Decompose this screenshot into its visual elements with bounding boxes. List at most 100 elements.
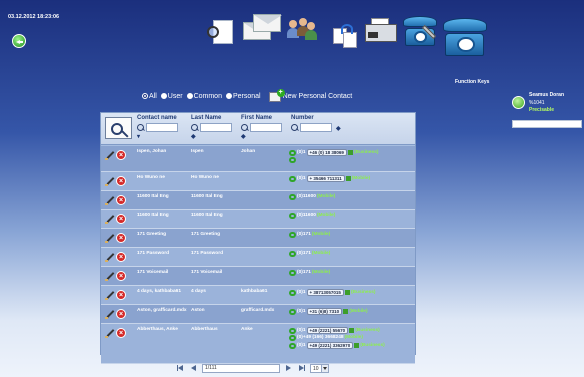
per-page-select[interactable]: 10 xyxy=(310,364,329,373)
number-line[interactable]: (0)171 (Mobile) xyxy=(289,251,415,257)
phone-icon[interactable] xyxy=(289,289,296,296)
search-icon xyxy=(291,123,299,132)
number-line[interactable]: (0)1 +49 (2221) 3362970 (Business) xyxy=(289,342,415,349)
edit-icon[interactable] xyxy=(105,233,115,243)
phone-icon[interactable] xyxy=(289,251,296,257)
col-first-name[interactable]: First Name ◆ xyxy=(241,115,282,140)
new-personal-contact-button[interactable]: + New Personal Contact xyxy=(265,89,352,103)
phone-icon[interactable] xyxy=(289,194,296,200)
user-status[interactable]: Precisable xyxy=(529,107,554,113)
number-line[interactable]: (0)1 +46 (0) 18 38069 (Business) xyxy=(289,149,415,156)
phone-icon[interactable] xyxy=(289,308,296,315)
table-row[interactable]: × 171 Voicemail 171 Voicemail (0)171 (Mobile… xyxy=(101,267,415,286)
sort-icon[interactable]: ◆ xyxy=(191,133,232,140)
filter-all[interactable]: All xyxy=(142,93,157,100)
edit-icon[interactable] xyxy=(105,252,115,262)
dial-number-chip[interactable]: + 35466 711311 xyxy=(306,175,345,182)
contacts-search-icon[interactable] xyxy=(205,18,233,44)
number-type: (Mobile) xyxy=(311,251,331,256)
number-line[interactable]: (0)1 + 35466 711311 (Mobile) xyxy=(289,175,415,182)
sort-icon[interactable]: ◆ xyxy=(336,125,341,132)
fax-icon[interactable] xyxy=(365,18,397,42)
first-page-icon[interactable] xyxy=(176,364,185,373)
table-row[interactable]: × 11600 Ital Eng 11600 Ital Eng (0)11600 (Mo… xyxy=(101,210,415,229)
edit-icon[interactable] xyxy=(105,176,115,186)
edit-icon[interactable] xyxy=(105,150,115,160)
edit-icon[interactable] xyxy=(105,309,115,319)
col-contact-name[interactable]: Contact name ▾ xyxy=(137,115,178,140)
number-line[interactable]: (0)11600 (Mobile) xyxy=(289,194,415,200)
phone-icon[interactable] xyxy=(289,270,296,276)
number-filter-input[interactable] xyxy=(300,123,332,132)
dial-number-chip[interactable]: + 38713057015 xyxy=(306,289,344,296)
user-status-icon xyxy=(512,96,525,109)
sort-icon[interactable]: ◆ xyxy=(241,133,282,140)
table-row[interactable]: × 171 Greeting 171 Greeting (0)171 (Mobile) xyxy=(101,229,415,248)
table-row[interactable]: × 11600 Ital Eng 11600 Ital Eng (0)11600 (Mo… xyxy=(101,191,415,210)
delete-icon[interactable]: × xyxy=(116,195,126,205)
people-icon[interactable] xyxy=(287,16,317,44)
phone-icon[interactable] xyxy=(289,342,296,349)
phone-icon[interactable] xyxy=(289,157,296,163)
number-line[interactable]: (0)171 (Mobile) xyxy=(289,232,415,238)
sync-icon[interactable] xyxy=(333,22,359,48)
phone-icon[interactable] xyxy=(289,232,296,238)
function-keys-icon[interactable] xyxy=(443,18,487,56)
prev-page-icon[interactable] xyxy=(189,364,198,373)
number-line[interactable]: (0)1 +49 (2221) 55670 (Business) xyxy=(289,327,415,334)
col-number[interactable]: Number ◆ xyxy=(291,115,341,132)
delete-icon[interactable]: × xyxy=(116,150,126,160)
table-row[interactable]: × 171 Password 171 Password (0)171 (Mobile) xyxy=(101,248,415,267)
delete-icon[interactable]: × xyxy=(116,328,126,338)
filter-common[interactable]: Common xyxy=(186,93,222,100)
delete-icon[interactable]: × xyxy=(116,233,126,243)
messages-icon[interactable] xyxy=(243,14,283,42)
filter-user[interactable]: User xyxy=(160,93,183,100)
page-input[interactable]: 1/111 xyxy=(202,364,280,373)
delete-icon[interactable]: × xyxy=(116,290,126,300)
phone-icon[interactable] xyxy=(289,213,296,219)
filter-personal[interactable]: Personal xyxy=(225,93,261,100)
table-row[interactable]: × Ispen, Johan Ispen Johan (0)1 +46 (0) 18 38… xyxy=(101,146,415,172)
contact-name-cell: Abberthaus, Anke xyxy=(137,327,178,332)
last-name-filter-input[interactable] xyxy=(200,123,232,132)
phone-settings-icon[interactable] xyxy=(403,16,437,46)
col-last-name[interactable]: Last Name ◆ xyxy=(191,115,232,140)
dial-number-chip[interactable]: +49 (2221) 3362970 xyxy=(306,342,354,349)
user-status-input[interactable] xyxy=(512,120,582,128)
next-page-icon[interactable] xyxy=(284,364,293,373)
delete-icon[interactable]: × xyxy=(116,252,126,262)
first-name-filter-input[interactable] xyxy=(250,123,282,132)
number-line[interactable] xyxy=(289,157,415,163)
dial-number-chip[interactable]: +31 (6)8) 7310 xyxy=(306,308,343,315)
contact-name-filter-input[interactable] xyxy=(146,123,178,132)
back-arrow-icon[interactable] xyxy=(12,34,26,48)
number-line[interactable]: (0)1 +31 (6)8) 7310 (Mobile) xyxy=(289,308,415,315)
last-page-icon[interactable] xyxy=(297,364,306,373)
edit-icon[interactable] xyxy=(105,271,115,281)
dial-number-chip[interactable]: +49 (2221) 55670 xyxy=(306,327,349,334)
edit-icon[interactable] xyxy=(105,290,115,300)
dial-number-chip[interactable]: +46 (0) 18 38069 xyxy=(306,149,347,156)
number-line[interactable]: (0)+49 (166) 3668248 (Mobile) xyxy=(289,335,415,341)
sort-icon[interactable]: ▾ xyxy=(137,133,178,140)
delete-icon[interactable]: × xyxy=(116,271,126,281)
number-line[interactable]: (0)171 (Mobile) xyxy=(289,270,415,276)
phone-icon[interactable] xyxy=(289,175,296,182)
table-row[interactable]: × Aston, grafficard.mdx Aston grafficard.md… xyxy=(101,305,415,324)
edit-icon[interactable] xyxy=(105,214,115,224)
delete-icon[interactable]: × xyxy=(116,176,126,186)
table-row[interactable]: × Ho Wuno ne Ho Wuno ne (0)1 + 35466 711311(… xyxy=(101,172,415,191)
phone-icon[interactable] xyxy=(289,327,296,334)
delete-icon[interactable]: × xyxy=(116,214,126,224)
table-row[interactable]: × 4 days, kathbaba61 4 days kathbaba61 (0)1 +… xyxy=(101,286,415,305)
phone-icon[interactable] xyxy=(289,335,296,341)
phone-icon[interactable] xyxy=(289,149,296,156)
number-line[interactable]: (0)1 + 38713057015 (Business) xyxy=(289,289,415,296)
edit-icon[interactable] xyxy=(105,328,115,338)
table-row[interactable]: × Abberthaus, Anke Abberthaus Anke (0)1 +49 (… xyxy=(101,324,415,364)
number-line[interactable]: (0)11600 (Mobile) xyxy=(289,213,415,219)
edit-icon[interactable] xyxy=(105,195,115,205)
delete-icon[interactable]: × xyxy=(116,309,126,319)
number-text: (0)1 xyxy=(297,175,306,181)
